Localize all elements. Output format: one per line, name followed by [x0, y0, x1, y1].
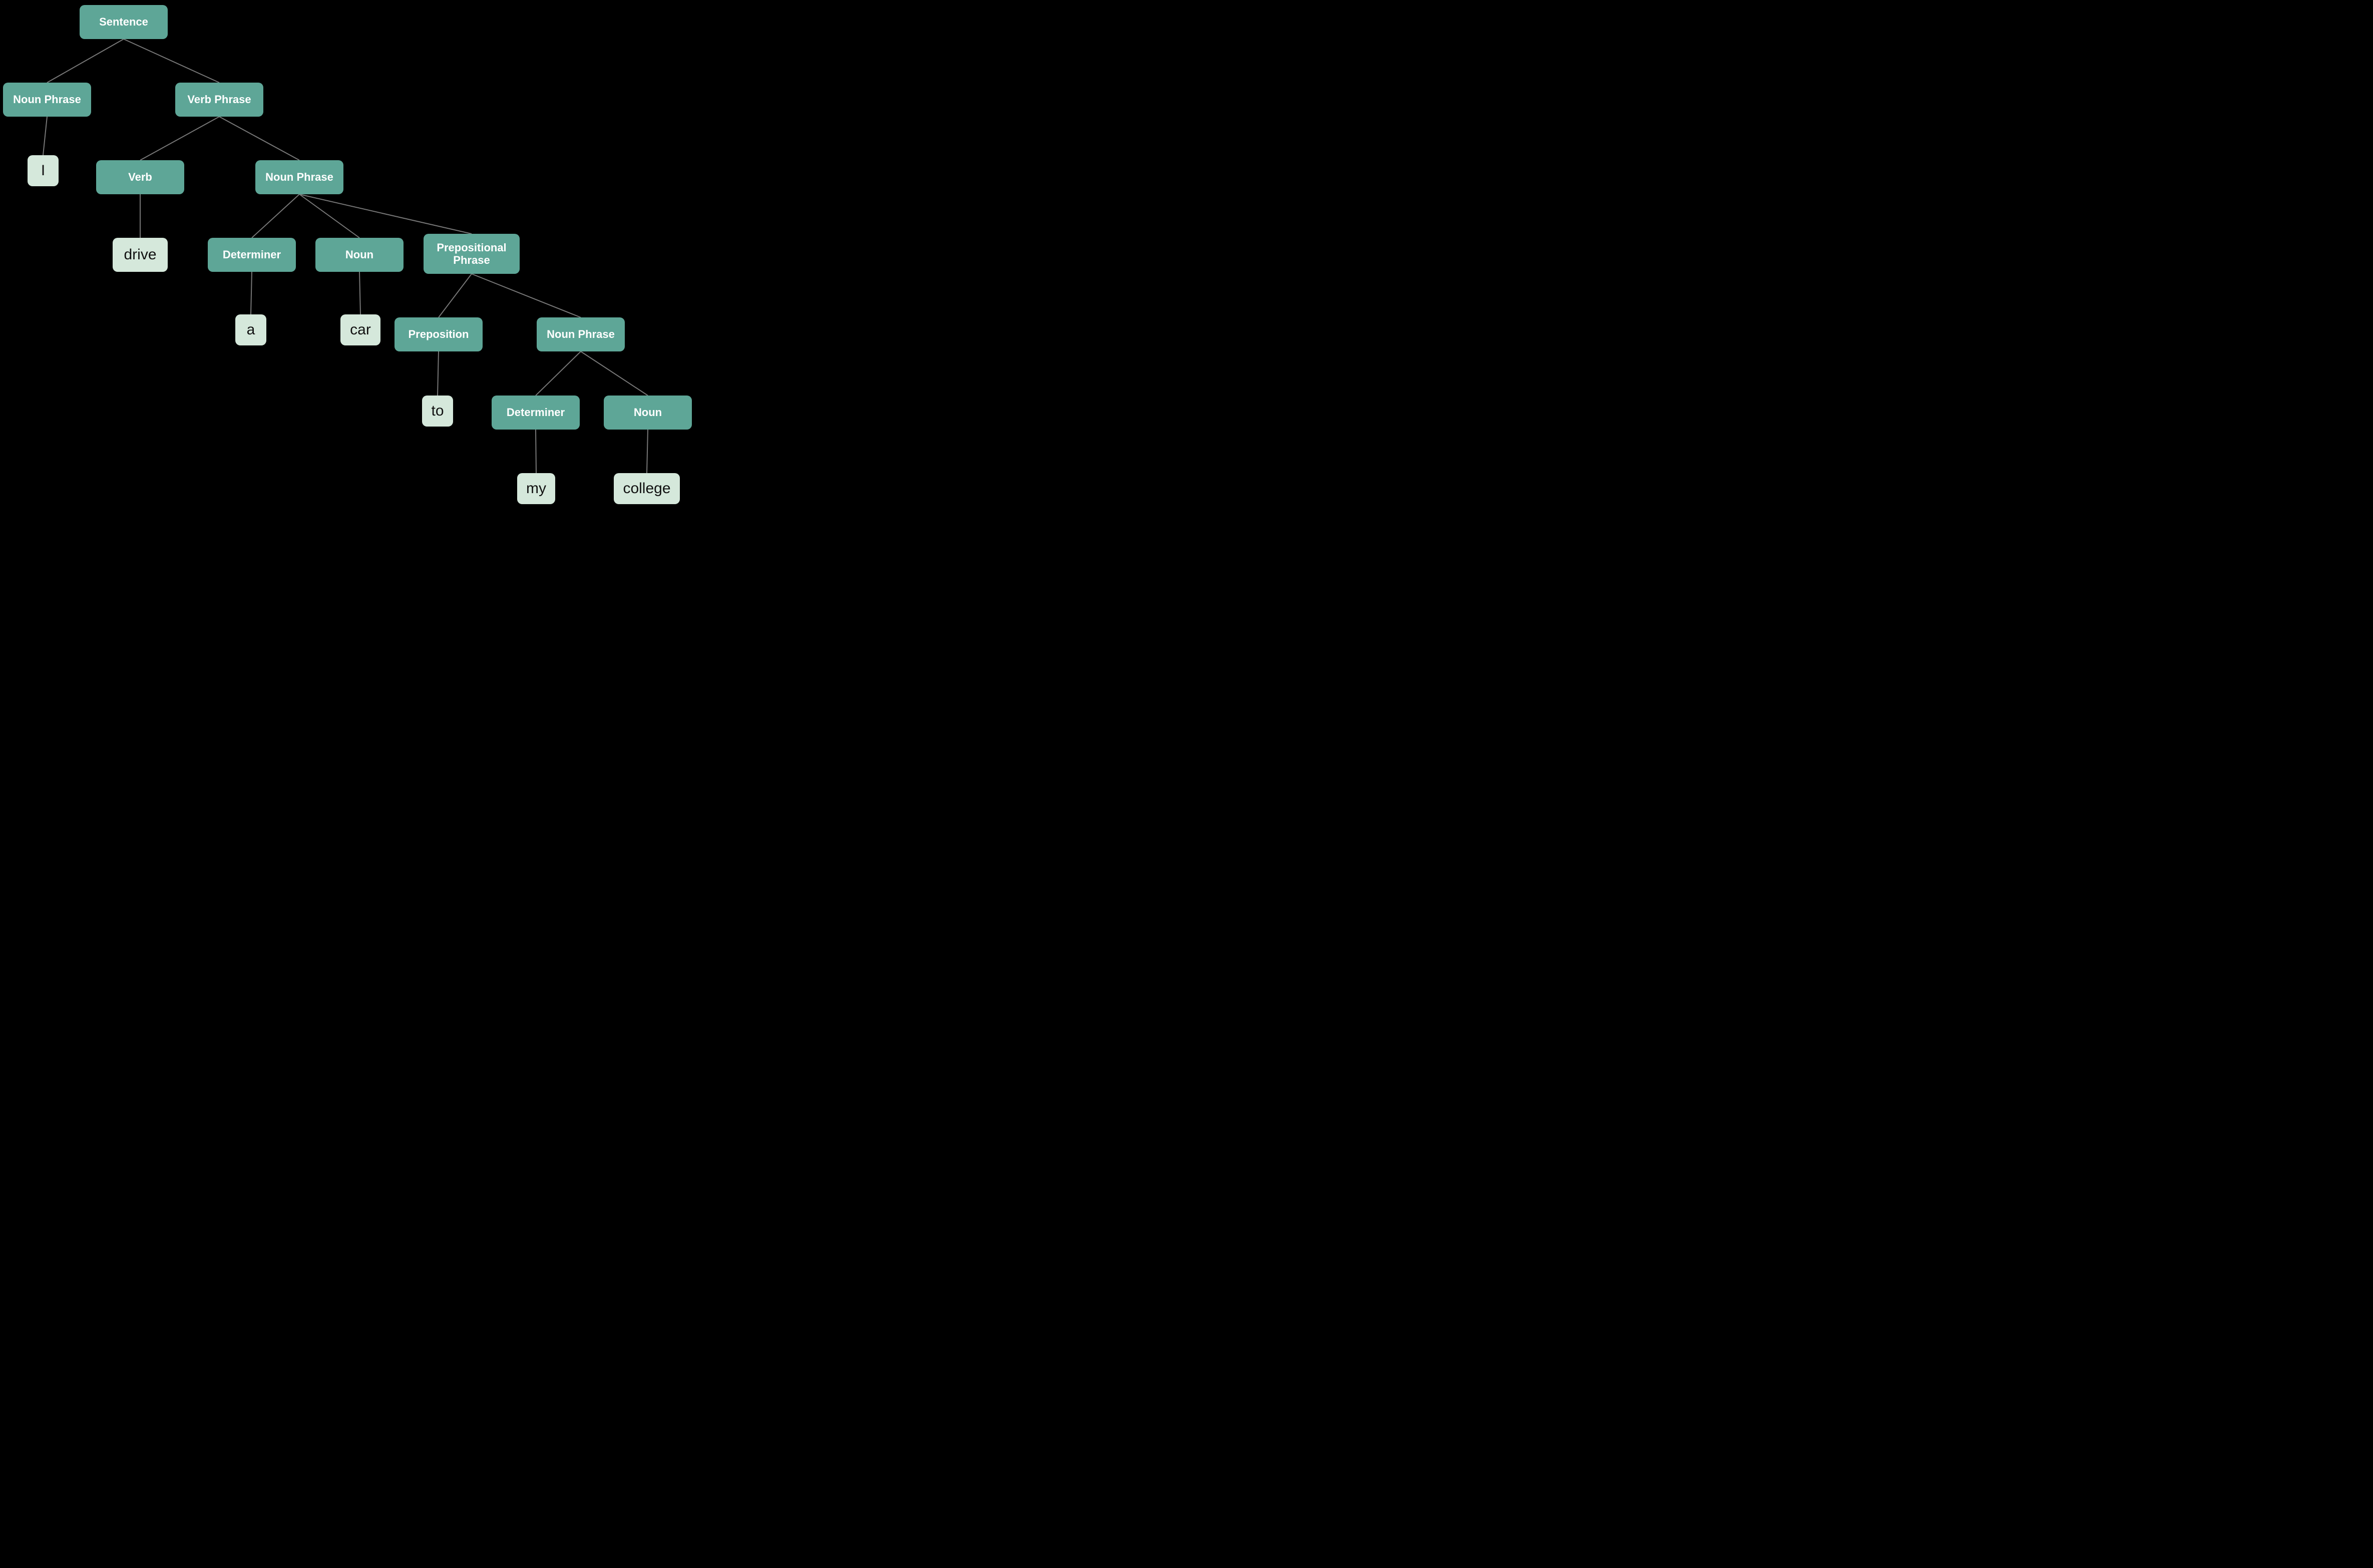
word-car: car	[350, 321, 371, 339]
label-np1: Noun Phrase	[13, 93, 81, 106]
leaf-I: I	[28, 155, 59, 186]
node-noun-1: Noun	[315, 238, 404, 272]
label-np2: Noun Phrase	[265, 171, 333, 183]
node-determiner-2: Determiner	[492, 396, 580, 430]
label-det2: Determiner	[507, 406, 565, 419]
word-college: college	[623, 480, 670, 498]
node-sentence: Sentence	[80, 5, 168, 39]
label-sentence: Sentence	[99, 16, 148, 28]
leaf-to: to	[422, 396, 453, 427]
label-verb: Verb	[128, 171, 152, 183]
label-det1: Determiner	[223, 248, 281, 261]
node-prepositional-phrase: Prepositional Phrase	[424, 234, 520, 274]
node-noun-phrase-3: Noun Phrase	[537, 317, 625, 351]
node-preposition: Preposition	[394, 317, 483, 351]
word-drive: drive	[124, 246, 156, 264]
label-prep: Preposition	[408, 328, 469, 340]
node-verb: Verb	[96, 160, 184, 194]
label-pp: Prepositional Phrase	[429, 241, 515, 267]
word-to: to	[431, 403, 444, 420]
label-noun2: Noun	[634, 406, 662, 419]
node-noun-2: Noun	[604, 396, 692, 430]
word-a: a	[247, 321, 255, 339]
word-my: my	[526, 480, 546, 498]
node-noun-phrase-2: Noun Phrase	[255, 160, 343, 194]
parse-tree-diagram: Sentence Noun Phrase Verb Phrase I Verb …	[0, 0, 778, 516]
node-determiner-1: Determiner	[208, 238, 296, 272]
leaf-a: a	[235, 314, 266, 345]
leaf-college: college	[614, 473, 680, 504]
node-verb-phrase: Verb Phrase	[175, 83, 263, 117]
label-noun1: Noun	[345, 248, 373, 261]
leaf-car: car	[340, 314, 380, 345]
label-np3: Noun Phrase	[547, 328, 615, 340]
leaf-my: my	[517, 473, 555, 504]
node-noun-phrase-1: Noun Phrase	[3, 83, 91, 117]
label-vp: Verb Phrase	[187, 93, 251, 106]
leaf-drive: drive	[113, 238, 168, 272]
word-I: I	[41, 162, 45, 180]
